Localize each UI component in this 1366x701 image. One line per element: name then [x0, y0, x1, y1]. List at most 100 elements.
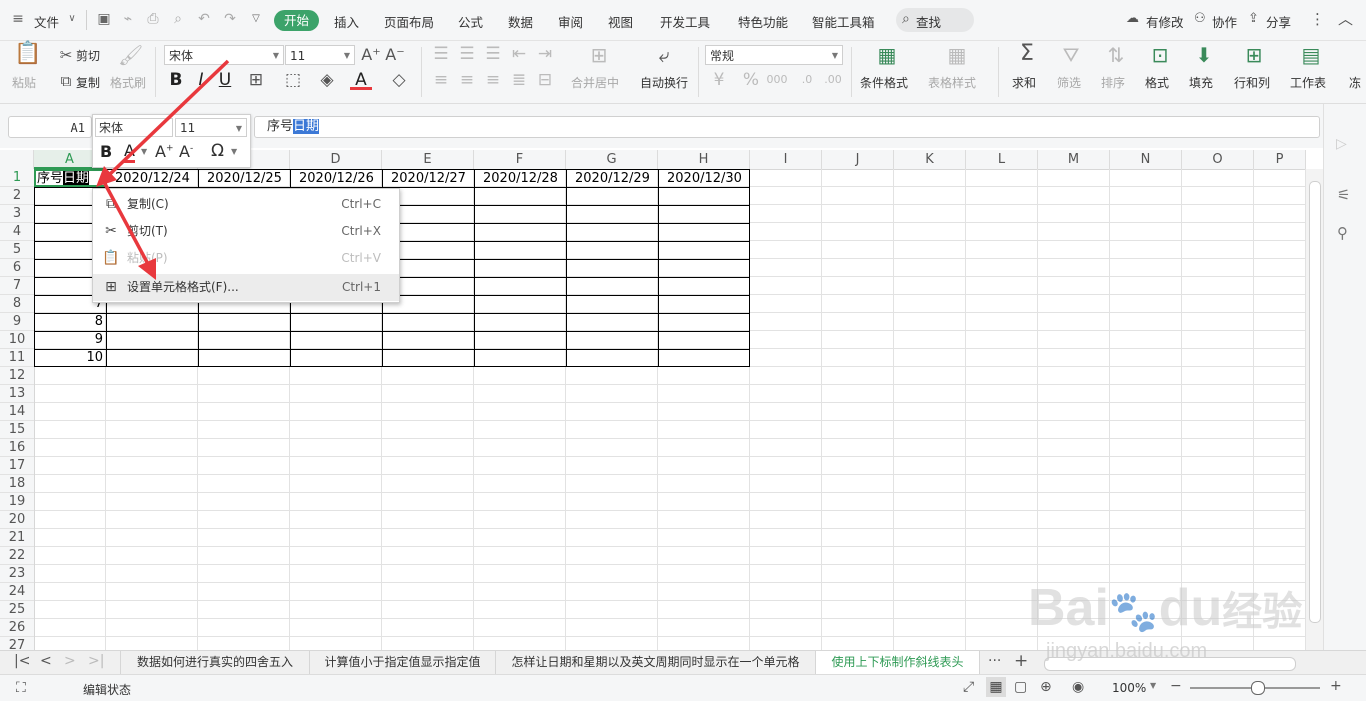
- row-header-2[interactable]: 2: [0, 187, 34, 205]
- currency-icon[interactable]: ¥: [708, 69, 730, 91]
- row-header-25[interactable]: 25: [0, 601, 34, 619]
- row-header-26[interactable]: 26: [0, 619, 34, 637]
- decrease-font-icon[interactable]: A⁻: [384, 44, 406, 66]
- distribute-icon[interactable]: ⊟: [534, 69, 556, 91]
- tab-view[interactable]: 视图: [608, 12, 633, 31]
- sheet-tab[interactable]: 数据如何进行真实的四舍五入: [120, 651, 310, 675]
- save-icon[interactable]: ▣: [96, 11, 112, 27]
- table-style-icon[interactable]: ▦: [946, 44, 968, 66]
- chevron-down-icon[interactable]: ▼: [231, 147, 237, 156]
- format-icon[interactable]: ⊡: [1149, 44, 1171, 66]
- merge-icon[interactable]: ⊞: [588, 44, 610, 66]
- search-box[interactable]: ⌕ 查找: [896, 8, 974, 32]
- changes-button[interactable]: 有修改: [1146, 12, 1184, 31]
- font-color-icon[interactable]: A: [350, 69, 372, 90]
- align-right-icon[interactable]: ≡: [482, 69, 504, 91]
- sum-icon[interactable]: Σ: [1016, 43, 1038, 65]
- print-preview-icon[interactable]: ⌕: [170, 11, 186, 27]
- table-style-label[interactable]: 表格样式: [928, 74, 976, 91]
- sheet-tab[interactable]: 计算值小于指定值显示指定值: [310, 651, 496, 675]
- context-menu-copy[interactable]: ⧉ 复制(C) Ctrl+C: [93, 191, 399, 218]
- share-doc-icon[interactable]: ⌁: [120, 11, 136, 27]
- eye-protect-icon[interactable]: ◉: [1072, 679, 1084, 695]
- filter-icon[interactable]: ⛛: [1060, 44, 1082, 66]
- row-header-4[interactable]: 4: [0, 223, 34, 241]
- row-header-19[interactable]: 19: [0, 493, 34, 511]
- row-header-6[interactable]: 6: [0, 259, 34, 277]
- file-menu[interactable]: 文件: [34, 12, 59, 31]
- tab-review[interactable]: 审阅: [558, 12, 583, 31]
- italic-button[interactable]: I: [190, 69, 212, 91]
- column-header-i[interactable]: I: [750, 150, 822, 169]
- column-header-d[interactable]: D: [290, 150, 382, 169]
- vertical-scrollbar[interactable]: [1306, 169, 1323, 650]
- index-cell[interactable]: 9: [34, 331, 103, 349]
- eraser-icon[interactable]: ◇: [388, 69, 410, 91]
- align-bottom-icon[interactable]: ☰: [482, 43, 504, 65]
- row-header-13[interactable]: 13: [0, 385, 34, 403]
- mini-font-size-select[interactable]: 11 ▼: [175, 118, 247, 137]
- row-header-18[interactable]: 18: [0, 475, 34, 493]
- row-header-10[interactable]: 10: [0, 331, 34, 349]
- column-header-h[interactable]: H: [658, 150, 750, 169]
- row-header-9[interactable]: 9: [0, 313, 34, 331]
- row-header-20[interactable]: 20: [0, 511, 34, 529]
- name-box[interactable]: A1: [8, 116, 92, 138]
- paste-label[interactable]: 粘贴: [12, 74, 36, 91]
- indent-increase-icon[interactable]: ⇥: [534, 43, 556, 65]
- collaborate-button[interactable]: 协作: [1212, 12, 1237, 31]
- chevron-down-icon[interactable]: ▼: [1150, 681, 1156, 690]
- mini-symbol-button[interactable]: Ω: [211, 141, 224, 161]
- sheet-tab-active[interactable]: 使用上下标制作斜线表头: [816, 651, 980, 675]
- column-header-e[interactable]: E: [382, 150, 474, 169]
- mini-grow-font-button[interactable]: A+: [155, 142, 174, 161]
- share-button[interactable]: 分享: [1266, 12, 1291, 31]
- tab-home[interactable]: 开始: [274, 10, 320, 31]
- date-cell[interactable]: 2020/12/30: [667, 170, 742, 188]
- font-size-select[interactable]: 11 ▼: [285, 45, 355, 65]
- sort-icon[interactable]: ⇅: [1105, 44, 1127, 66]
- row-header-14[interactable]: 14: [0, 403, 34, 421]
- row-header-21[interactable]: 21: [0, 529, 34, 547]
- underline-button[interactable]: U: [214, 69, 236, 91]
- row-header-7[interactable]: 7: [0, 277, 34, 295]
- row-header-3[interactable]: 3: [0, 205, 34, 223]
- percent-icon[interactable]: %: [740, 69, 762, 91]
- sheet-tab[interactable]: 怎样让日期和星期以及英文周期同时显示在一个单元格: [496, 651, 816, 675]
- tab-developer[interactable]: 开发工具: [660, 12, 710, 31]
- expand-arrow-icon[interactable]: ▷: [1336, 136, 1347, 152]
- format-painter-label[interactable]: 格式刷: [110, 74, 146, 91]
- styles-icon[interactable]: ⚲: [1337, 224, 1348, 242]
- column-header-m[interactable]: M: [1038, 150, 1110, 169]
- index-cell[interactable]: 8: [34, 313, 103, 331]
- tab-page-layout[interactable]: 页面布局: [384, 12, 434, 31]
- row-header-11[interactable]: 11: [0, 349, 34, 367]
- add-sheet-button[interactable]: +: [1014, 651, 1028, 671]
- align-middle-icon[interactable]: ☰: [456, 43, 478, 65]
- print-icon[interactable]: ⎙: [145, 11, 161, 27]
- column-header-k[interactable]: K: [894, 150, 966, 169]
- tab-data[interactable]: 数据: [508, 12, 533, 31]
- prev-sheet-icon[interactable]: <: [40, 653, 52, 669]
- format-painter-icon[interactable]: 🖌: [118, 44, 143, 66]
- collapse-ribbon-icon[interactable]: ︿: [1338, 8, 1353, 29]
- column-header-g[interactable]: G: [566, 150, 658, 169]
- fill-label[interactable]: 填充: [1189, 74, 1213, 91]
- cell-a1[interactable]: 序号日期: [37, 170, 90, 188]
- select-all-corner[interactable]: [0, 150, 34, 169]
- wrap-text-label[interactable]: 自动换行: [640, 74, 688, 91]
- row-header-5[interactable]: 5: [0, 241, 34, 259]
- page-break-icon[interactable]: ⊕: [1040, 679, 1052, 695]
- date-cell[interactable]: 2020/12/25: [207, 170, 282, 188]
- scissors-icon[interactable]: ✂: [55, 44, 77, 66]
- more-icon[interactable]: ⋮: [1310, 10, 1325, 28]
- freeze-label[interactable]: 冻: [1349, 74, 1361, 91]
- increase-font-icon[interactable]: A⁺: [360, 44, 382, 66]
- row-col-icon[interactable]: ⊞: [1243, 44, 1265, 66]
- mini-shrink-font-button[interactable]: A-: [179, 142, 193, 161]
- column-header-o[interactable]: O: [1182, 150, 1254, 169]
- conditional-format-icon[interactable]: ▦: [876, 44, 898, 66]
- undo-icon[interactable]: ↶: [196, 11, 212, 27]
- chevron-down-icon[interactable]: ▼: [141, 147, 147, 156]
- context-menu-format-cells[interactable]: ⊞ 设置单元格格式(F)... Ctrl+1: [93, 274, 399, 301]
